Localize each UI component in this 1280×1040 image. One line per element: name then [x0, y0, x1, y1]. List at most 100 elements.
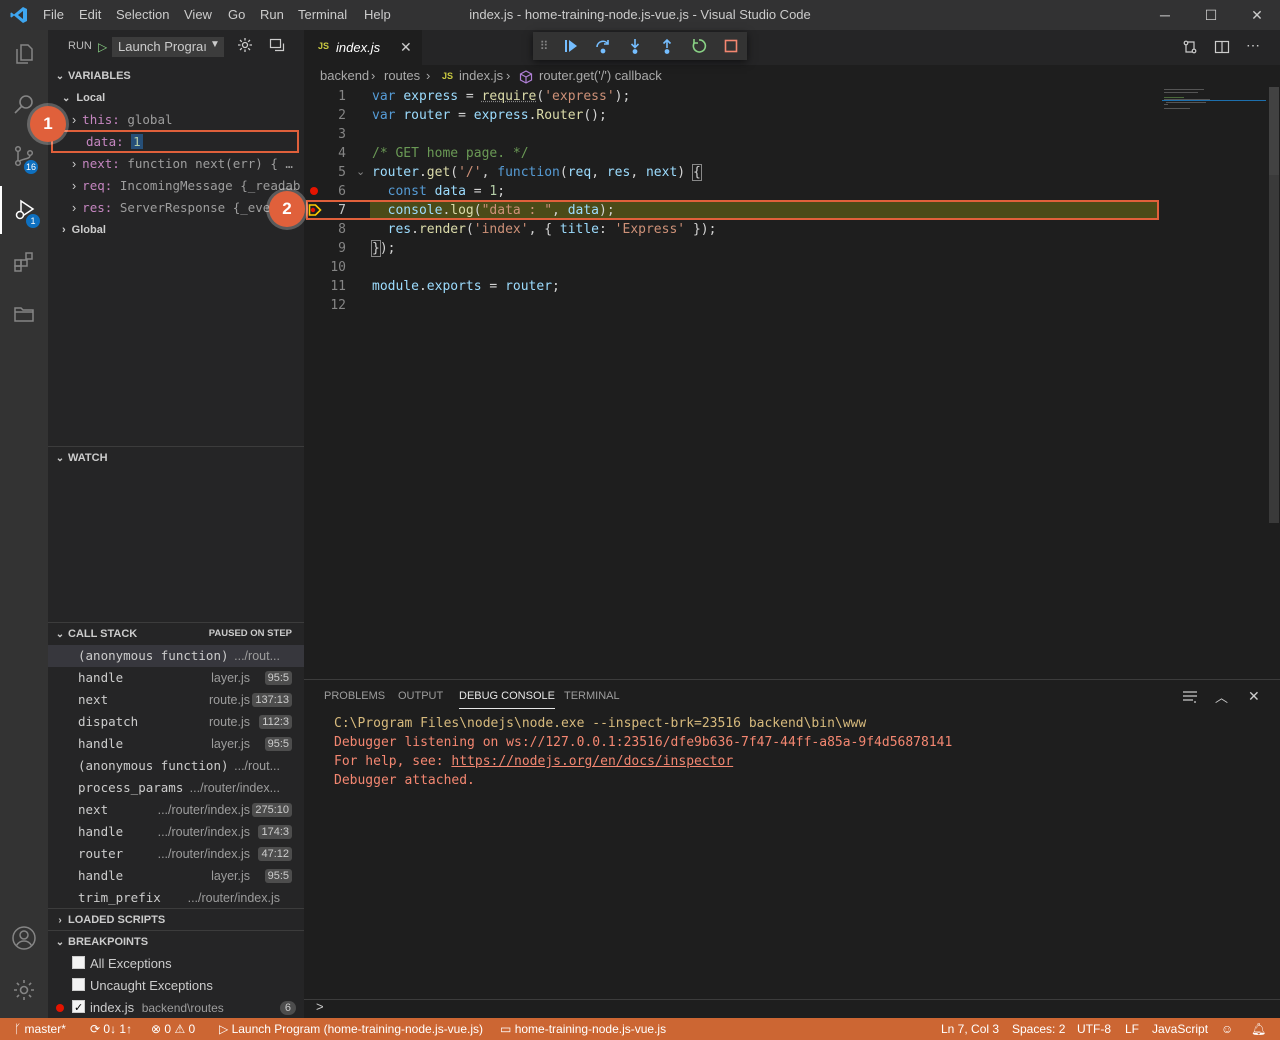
call-stack-frame[interactable]: dispatch route.js 112:3: [48, 711, 304, 733]
loaded-scripts-section-header[interactable]: › LOADED SCRIPTS: [48, 909, 304, 931]
breadcrumb-index-js[interactable]: index.js: [459, 65, 503, 87]
call-stack-frame[interactable]: next .../router/index.js 275:10: [48, 799, 304, 821]
continue-icon[interactable]: [555, 32, 587, 60]
call-stack-frame[interactable]: handle layer.js 95:5: [48, 865, 304, 887]
debug-console-toggle-icon[interactable]: [269, 37, 285, 56]
breadcrumb-symbol[interactable]: router.get('/') callback: [539, 65, 662, 87]
call-stack-frame[interactable]: handle layer.js 95:5: [48, 667, 304, 689]
variables-section-header[interactable]: ⌄ VARIABLES: [48, 65, 304, 87]
call-stack-section-header[interactable]: ⌄ CALL STACK PAUSED ON STEP: [48, 623, 304, 645]
call-stack-frame[interactable]: next route.js 137:13: [48, 689, 304, 711]
tab-output[interactable]: OUTPUT: [398, 690, 443, 702]
console-line-4: Debugger attached.: [334, 773, 475, 788]
line-ending[interactable]: LF: [1125, 1018, 1139, 1040]
checkbox-checked[interactable]: ✓: [72, 1000, 85, 1014]
encoding[interactable]: UTF-8: [1077, 1018, 1111, 1040]
close-window-button[interactable]: ✕: [1234, 0, 1280, 30]
maximize-button[interactable]: ☐: [1188, 0, 1234, 30]
tab-terminal[interactable]: TERMINAL: [564, 690, 620, 702]
menu-help[interactable]: Help: [364, 0, 391, 30]
restart-icon[interactable]: [683, 32, 715, 60]
code-editor[interactable]: 1 2 3 4 5 6 7 8 9 10 11 12 ⌄ var express = require(…: [304, 87, 1280, 679]
branch-status[interactable]: ᚴ master*: [14, 1018, 66, 1040]
start-debugging-icon[interactable]: ▷: [98, 40, 107, 54]
notifications-bell-icon[interactable]: 🔔︎: [1251, 1018, 1266, 1040]
explorer-icon[interactable]: [0, 30, 48, 78]
tab-index-js[interactable]: JS index.js ✕: [304, 30, 422, 65]
breadcrumb-backend[interactable]: backend: [320, 65, 369, 87]
checkbox[interactable]: [72, 978, 85, 991]
language-mode[interactable]: JavaScript: [1152, 1018, 1208, 1040]
scope-local[interactable]: ⌄ Local: [62, 87, 105, 109]
chevron-down-icon[interactable]: ▼: [210, 39, 220, 50]
vertical-scrollbar[interactable]: [1266, 87, 1280, 679]
breakpoint-all-exceptions[interactable]: All Exceptions: [72, 953, 172, 975]
extensions-icon[interactable]: [0, 238, 48, 286]
variable-req[interactable]: › req: IncomingMessage {_readab…: [72, 175, 300, 197]
run-debug-icon[interactable]: 1: [0, 186, 48, 234]
variable-next[interactable]: › next: function next(err) { … }: [72, 153, 300, 175]
menu-view[interactable]: View: [184, 0, 212, 30]
close-tab-icon[interactable]: ✕: [400, 39, 412, 56]
debug-console-input[interactable]: [332, 1000, 1262, 1018]
watch-section-header[interactable]: ⌄ WATCH: [48, 447, 304, 469]
problems-status[interactable]: ⊗ 0 ⚠ 0: [151, 1018, 195, 1040]
step-out-icon[interactable]: [651, 32, 683, 60]
tab-problems[interactable]: PROBLEMS: [324, 690, 385, 702]
menu-edit[interactable]: Edit: [79, 0, 101, 30]
stop-icon[interactable]: [715, 32, 747, 60]
indentation[interactable]: Spaces: 2: [1012, 1018, 1065, 1040]
step-into-icon[interactable]: [619, 32, 651, 60]
sync-status[interactable]: ⟳ 0↓ 1↑: [90, 1018, 132, 1040]
open-changes-icon[interactable]: [1182, 39, 1198, 58]
folder-status[interactable]: ▭ home-training-node.js-vue.js: [500, 1018, 666, 1040]
call-stack-frame[interactable]: (anonymous function) .../rout...: [48, 645, 304, 667]
drag-handle-icon[interactable]: ⠿: [533, 32, 553, 60]
menu-terminal[interactable]: Terminal: [298, 0, 347, 30]
cursor-position[interactable]: Ln 7, Col 3: [941, 1018, 999, 1040]
close-panel-icon[interactable]: ✕: [1248, 688, 1260, 705]
minimap[interactable]: [1162, 87, 1266, 117]
call-stack-frame[interactable]: handle .../router/index.js 174:3: [48, 821, 304, 843]
call-stack-frame[interactable]: trim_prefix .../router/index.js: [48, 887, 304, 909]
call-stack-frame[interactable]: handle layer.js 95:5: [48, 733, 304, 755]
scope-global[interactable]: › Global: [62, 219, 106, 241]
checkbox[interactable]: [72, 956, 85, 969]
breakpoint-uncaught-exceptions[interactable]: Uncaught Exceptions: [72, 975, 213, 997]
step-over-icon[interactable]: [587, 32, 619, 60]
menu-go[interactable]: Go: [228, 0, 245, 30]
call-stack-frame[interactable]: (anonymous function) .../rout...: [48, 755, 304, 777]
breakpoint-dot-icon[interactable]: [310, 187, 318, 195]
debug-settings-gear-icon[interactable]: [237, 37, 253, 56]
help-link[interactable]: https://nodejs.org/en/docs/inspector: [451, 754, 733, 769]
call-stack-frame[interactable]: router .../router/index.js 47:12: [48, 843, 304, 865]
breadcrumb-routes[interactable]: routes: [384, 65, 420, 87]
fold-chevron-icon[interactable]: ⌄: [356, 165, 365, 178]
menu-selection[interactable]: Selection: [116, 0, 169, 30]
accounts-icon[interactable]: [0, 914, 48, 962]
launch-config-label: Launch Prograı: [118, 39, 207, 54]
warning-icon: ⚠: [174, 1022, 186, 1036]
launch-config-select[interactable]: Launch Prograı: [112, 37, 224, 57]
breakpoint-index-js[interactable]: ✓ index.js backend\routes 6: [56, 997, 296, 1019]
settings-gear-icon[interactable]: [0, 966, 48, 1014]
frame-function-name: handle: [78, 670, 124, 685]
breakpoint-line-badge: 6: [279, 1001, 296, 1015]
maximize-panel-icon[interactable]: ︿: [1215, 687, 1228, 706]
menu-file[interactable]: File: [43, 0, 64, 30]
variable-this[interactable]: › this: global: [72, 109, 173, 131]
more-actions-icon[interactable]: ⋯: [1246, 37, 1260, 54]
frame-position-badge: 95:5: [264, 869, 292, 883]
filter-lines-icon[interactable]: [1182, 689, 1198, 708]
split-editor-icon[interactable]: [1214, 39, 1230, 58]
launch-status[interactable]: ▷ Launch Program (home-training-node.js-…: [219, 1018, 483, 1040]
menu-run[interactable]: Run: [260, 0, 284, 30]
breakpoints-section-header[interactable]: ⌄ BREAKPOINTS: [48, 931, 304, 953]
tab-debug-console[interactable]: DEBUG CONSOLE: [459, 690, 555, 709]
code-line-6: const data = 1;: [387, 184, 506, 199]
minimize-button[interactable]: ─: [1142, 0, 1188, 30]
folder-icon[interactable]: [0, 290, 48, 338]
variable-res[interactable]: › res: ServerResponse {_even…: [72, 197, 270, 219]
call-stack-frame[interactable]: process_params .../router/index...: [48, 777, 304, 799]
feedback-icon[interactable]: ☺: [1221, 1018, 1233, 1040]
